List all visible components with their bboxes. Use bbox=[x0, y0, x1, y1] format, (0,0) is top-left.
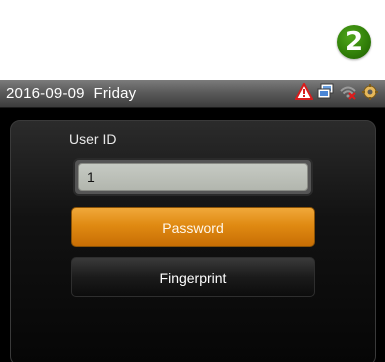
network-icon bbox=[317, 83, 335, 106]
step-number-badge: 2 bbox=[337, 25, 371, 59]
status-date: 2016-09-09 bbox=[6, 85, 85, 102]
user-id-label: User ID bbox=[69, 131, 117, 147]
device-screen: 2016-09-09 Friday User ID 1 Password Fin… bbox=[0, 80, 385, 362]
status-datetime: 2016-09-09 Friday bbox=[6, 85, 136, 102]
alert-icon bbox=[294, 81, 314, 106]
status-weekday: Friday bbox=[93, 85, 137, 102]
wifi-off-icon bbox=[339, 83, 357, 106]
status-icons bbox=[294, 81, 379, 106]
settings-icon bbox=[361, 83, 379, 106]
password-button[interactable]: Password bbox=[71, 207, 315, 247]
fingerprint-button[interactable]: Fingerprint bbox=[71, 257, 315, 297]
status-bar: 2016-09-09 Friday bbox=[0, 80, 385, 108]
user-id-input-frame bbox=[73, 158, 313, 196]
login-panel: User ID Password Fingerprint bbox=[10, 120, 376, 362]
document-page: 2 2016-09-09 Friday User ID 1 Password F… bbox=[0, 0, 385, 362]
user-id-input[interactable] bbox=[78, 163, 308, 191]
